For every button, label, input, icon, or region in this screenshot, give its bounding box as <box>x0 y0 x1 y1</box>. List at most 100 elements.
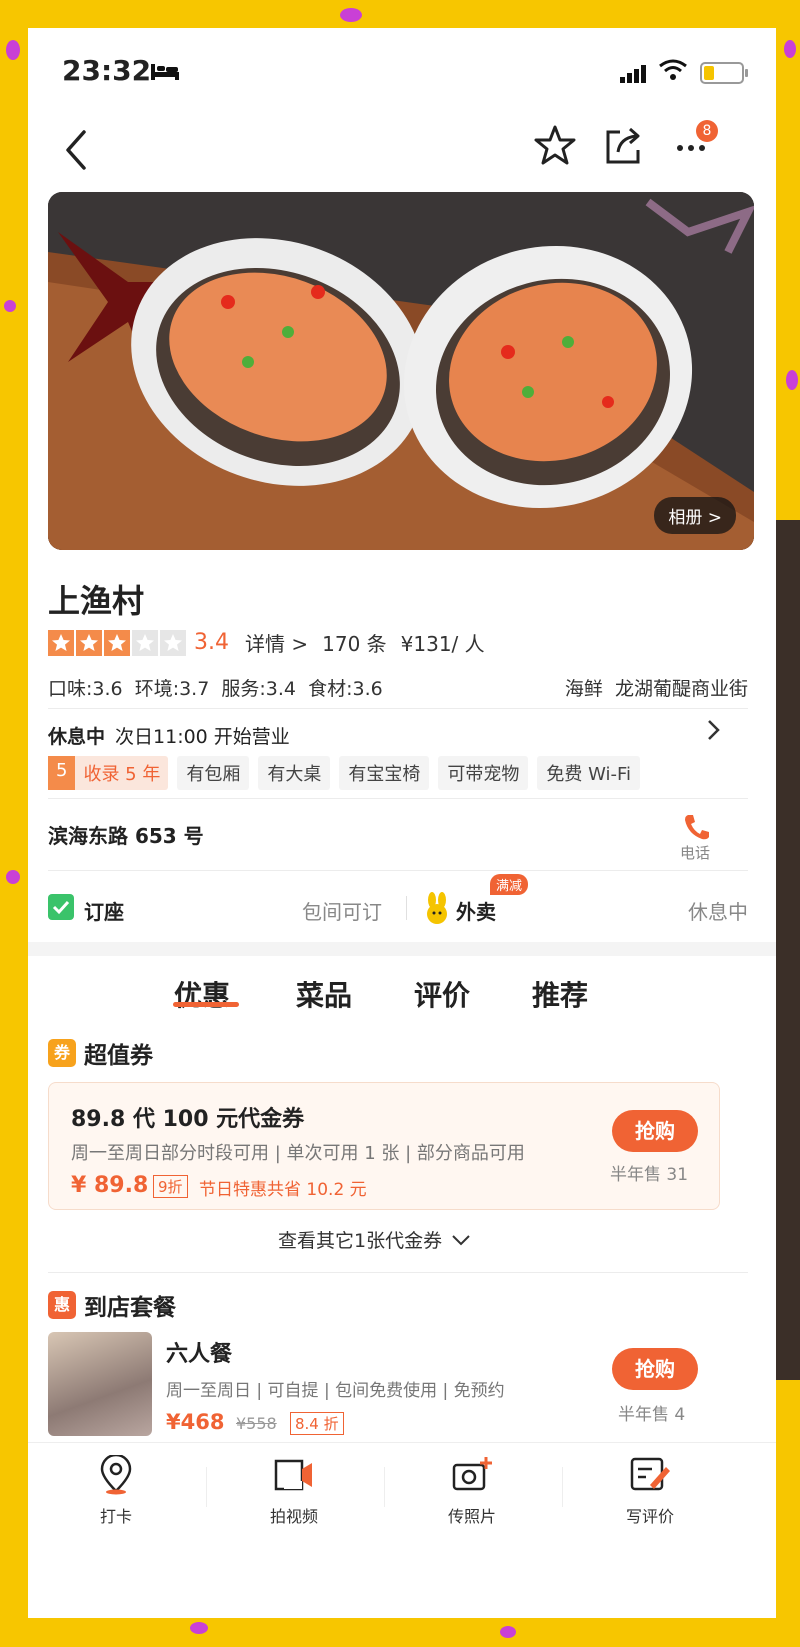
voucher-price: ¥ 89.8 <box>71 1173 149 1198</box>
section-title-packages: 惠 到店套餐 <box>48 1288 176 1322</box>
edit-review-icon <box>630 1457 670 1491</box>
package-price: ¥468 <box>166 1410 225 1434</box>
hours-row[interactable]: 休息中 次日11:00 开始营业 <box>48 722 290 749</box>
section-title-text: 超值券 <box>84 1043 153 1069</box>
voucher-icon: 券 <box>48 1039 76 1067</box>
voucher-sold: 半年售 31 <box>610 1165 689 1185</box>
divider <box>48 798 748 799</box>
star-filled-icon <box>104 629 130 656</box>
package-desc: 周一至周日 | 可自提 | 包间免费使用 | 免预约 <box>166 1381 505 1401</box>
booking-value[interactable]: 包间可订 <box>302 896 382 925</box>
details-link[interactable]: 详情 > <box>245 628 308 657</box>
battery-icon <box>700 62 748 84</box>
shop-name: 上渔村 <box>48 582 145 620</box>
upload-photo-button[interactable]: 传照片 <box>412 1455 532 1527</box>
rating-score: 3.4 <box>194 630 229 655</box>
camera-plus-icon <box>452 1457 492 1491</box>
divider <box>384 1467 385 1507</box>
write-review-button[interactable]: 写评价 <box>590 1455 710 1527</box>
phone-screen: 23:32 8 相册 > 上渔村 3.4 详情 > 170 条 ¥131/ 人 … <box>28 28 776 1618</box>
favorite-star-icon[interactable] <box>534 124 576 166</box>
package-sold: 半年售 4 <box>618 1405 686 1425</box>
divider <box>48 708 748 709</box>
buy-voucher-button[interactable]: 抢购 <box>612 1110 698 1152</box>
tag: 可带宠物 <box>438 756 529 790</box>
record-video-label: 拍视频 <box>269 1507 318 1526</box>
section-gap <box>28 942 776 956</box>
tag-years-text: 收录 5 年 <box>83 764 161 785</box>
star-empty-icon <box>132 629 158 656</box>
bed-icon <box>151 64 179 80</box>
record-video-button[interactable]: 拍视频 <box>234 1455 354 1527</box>
package-original-price: ¥558 <box>236 1414 277 1433</box>
tag-years-number: 5 <box>48 756 76 790</box>
star-filled-icon <box>48 629 74 656</box>
star-filled-icon <box>76 629 102 656</box>
bottom-action-bar: 打卡 拍视频 传照片 写评价 <box>28 1442 776 1618</box>
buy-package-button[interactable]: 抢购 <box>612 1348 698 1390</box>
divider <box>562 1467 563 1507</box>
package-discount: 8.4 折 <box>290 1412 344 1435</box>
divider <box>406 896 407 920</box>
shop-photo[interactable]: 相册 > <box>48 192 754 550</box>
delivery-label[interactable]: 外卖 <box>456 896 496 925</box>
sub-scores-row: 口味:3.6 环境:3.7 服务:3.4 食材:3.6 海鲜 龙湖葡醍商业街 <box>48 674 748 701</box>
share-icon[interactable] <box>604 124 644 166</box>
tag: 免费 Wi-Fi <box>537 756 641 790</box>
review-count[interactable]: 170 条 <box>322 628 387 657</box>
checkin-label: 打卡 <box>99 1507 132 1526</box>
package-name[interactable]: 六人餐 <box>166 1336 232 1368</box>
package-icon: 惠 <box>48 1291 76 1319</box>
status-time: 23:32 <box>62 54 152 87</box>
star-rating <box>48 629 188 656</box>
wifi-icon <box>659 59 687 80</box>
voucher-desc: 周一至周日部分时段可用 | 单次可用 1 张 | 部分商品可用 <box>71 1143 525 1164</box>
phone-label[interactable]: 电话 <box>680 842 710 863</box>
voucher-title: 89.8 代 100 元代金券 <box>71 1107 305 1132</box>
business-status: 休息中 <box>48 726 106 748</box>
signal-icon <box>620 64 648 83</box>
tab-deals[interactable]: 优惠 <box>174 974 230 1014</box>
delivery-bunny-icon <box>427 892 447 924</box>
write-review-label: 写评价 <box>625 1507 674 1526</box>
oyster-photo-illustration <box>48 192 754 550</box>
delivery-value[interactable]: 休息中 <box>688 896 748 925</box>
status-bar: 23:32 <box>28 28 776 118</box>
chevron-down-icon <box>452 1234 470 1245</box>
tag-listed-years: 5 收录 5 年 <box>48 756 169 790</box>
chevron-right-icon[interactable] <box>704 716 724 744</box>
voucher-savings: 节日特惠共省 10.2 元 <box>199 1180 367 1200</box>
rating-row: 3.4 详情 > 170 条 ¥131/ 人 <box>48 628 499 657</box>
tab-dishes[interactable]: 菜品 <box>296 974 352 1014</box>
tag: 有大桌 <box>258 756 331 790</box>
active-tab-indicator <box>173 1002 239 1007</box>
average-price: ¥131/ 人 <box>400 632 485 656</box>
voucher-discount: 9折 <box>153 1175 188 1198</box>
address[interactable]: 滨海东路 653 号 <box>48 820 204 849</box>
star-empty-icon <box>160 629 186 656</box>
checkin-button[interactable]: 打卡 <box>56 1453 176 1527</box>
tab-reviews[interactable]: 评价 <box>414 974 470 1014</box>
package-thumbnail[interactable] <box>48 1332 152 1436</box>
tag: 有宝宝椅 <box>339 756 430 790</box>
divider <box>48 1272 748 1273</box>
back-icon[interactable] <box>58 128 94 172</box>
promo-badge: 满减 <box>490 874 529 895</box>
service-row: 订座 包间可订 外卖 满减 休息中 <box>48 874 748 932</box>
tag: 有包厢 <box>177 756 250 790</box>
phone-icon[interactable] <box>682 812 712 842</box>
album-button[interactable]: 相册 > <box>654 497 736 534</box>
divider <box>48 870 748 871</box>
booking-label[interactable]: 订座 <box>84 896 124 925</box>
notification-badge: 8 <box>696 120 718 142</box>
video-camera-icon <box>274 1459 312 1491</box>
category-location[interactable]: 海鲜 龙湖葡醍商业街 <box>565 674 748 701</box>
section-title-vouchers: 券 超值券 <box>48 1036 153 1070</box>
sub-scores: 口味:3.6 环境:3.7 服务:3.4 食材:3.6 <box>48 678 383 700</box>
location-pin-icon <box>100 1453 132 1495</box>
more-vouchers-label: 查看其它1张代金券 <box>278 1230 443 1252</box>
more-vouchers-link[interactable]: 查看其它1张代金券 <box>278 1226 472 1253</box>
upload-photo-label: 传照片 <box>447 1507 496 1526</box>
check-icon <box>48 894 74 920</box>
tab-recommend[interactable]: 推荐 <box>532 974 588 1014</box>
